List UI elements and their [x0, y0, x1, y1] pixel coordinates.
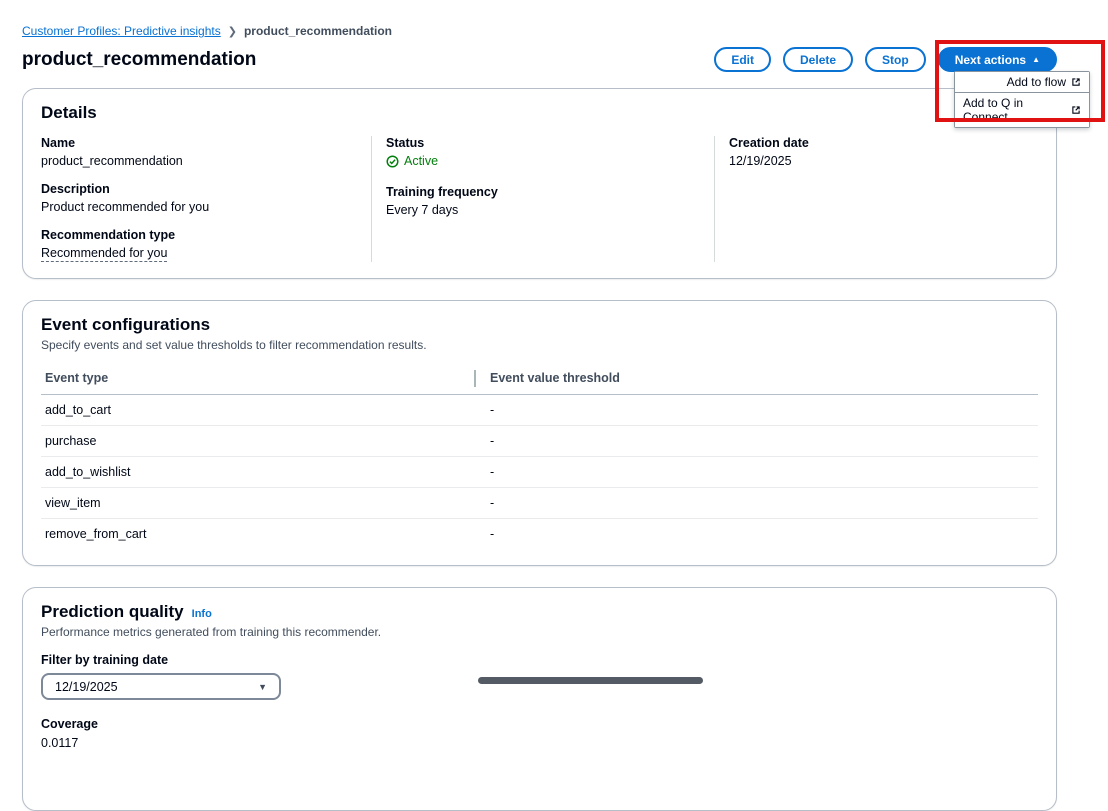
table-row: remove_from_cart -: [41, 519, 1038, 549]
menu-item-label: Add to Q in Connect: [963, 96, 1024, 124]
event-type-cell: add_to_wishlist: [45, 465, 131, 479]
status-field: Status Active: [386, 136, 698, 171]
name-label: Name: [41, 136, 76, 150]
threshold-cell: -: [490, 465, 495, 479]
caret-down-icon: ▼: [258, 681, 267, 692]
next-actions-button[interactable]: Next actions ▲: [937, 47, 1057, 72]
menu-item-label: Add to flow: [1006, 75, 1066, 89]
details-card: Details Name product_recommendation Desc…: [22, 88, 1057, 279]
description-field: Description Product recommended for you: [41, 182, 355, 214]
event-type-cell: purchase: [45, 434, 97, 448]
next-actions-menu: Add to flow Add to Q in Connect: [954, 71, 1090, 128]
event-type-cell: remove_from_cart: [45, 527, 147, 541]
status-active-icon: [386, 154, 399, 168]
details-column-3: Creation date 12/19/2025: [714, 136, 1038, 262]
filter-by-training-date-label: Filter by training date: [41, 653, 169, 667]
chevron-right-icon: ❯: [227, 25, 237, 38]
coverage-value: 0.0117: [41, 736, 79, 750]
event-type-cell: add_to_cart: [45, 403, 112, 417]
info-link[interactable]: Info: [192, 608, 212, 620]
prediction-quality-title: Prediction quality: [41, 602, 184, 621]
threshold-cell: -: [490, 403, 495, 417]
event-configurations-table: Event type Event value threshold add_to_…: [41, 364, 1038, 549]
breadcrumb-current: product_recommendation: [243, 24, 392, 38]
prediction-quality-description: Performance metrics generated from train…: [41, 625, 382, 639]
page: Customer Profiles: Predictive insights ❯…: [0, 0, 1108, 811]
breadcrumb: Customer Profiles: Predictive insights ❯…: [22, 24, 1057, 38]
training-date-select-value: 12/19/2025: [55, 679, 118, 694]
table-row: add_to_wishlist -: [41, 457, 1038, 488]
next-actions-label: Next actions: [954, 52, 1027, 67]
event-configurations-description: Specify events and set value thresholds …: [41, 338, 427, 352]
creation-date-value: 12/19/2025: [729, 154, 792, 168]
details-title: Details: [41, 103, 97, 122]
details-column-2: Status Active Training frequency Every 7…: [371, 136, 714, 262]
prediction-quality-title-row: Prediction quality Info: [41, 602, 1038, 622]
threshold-cell: -: [490, 434, 495, 448]
table-header-row: Event type Event value threshold: [41, 364, 1038, 395]
description-label: Description: [41, 182, 110, 196]
status-badge: Active: [386, 154, 438, 168]
threshold-cell: -: [490, 496, 495, 510]
recommendation-type-field: Recommendation type Recommended for you: [41, 228, 355, 262]
stop-button[interactable]: Stop: [865, 47, 926, 72]
event-configurations-title: Event configurations: [41, 315, 211, 334]
action-buttons: Edit Delete Stop Next actions ▲: [714, 47, 1057, 72]
event-configurations-card: Event configurations Specify events and …: [22, 300, 1057, 566]
recommendation-type-label: Recommendation type: [41, 228, 176, 242]
delete-button[interactable]: Delete: [783, 47, 854, 72]
training-frequency-label: Training frequency: [386, 184, 498, 199]
caret-up-icon: ▲: [1032, 54, 1040, 64]
description-value: Product recommended for you: [41, 200, 210, 214]
breadcrumb-link-predictive-insights[interactable]: Customer Profiles: Predictive insights: [22, 24, 221, 38]
name-value: product_recommendation: [41, 154, 183, 168]
prediction-quality-card: Prediction quality Info Performance metr…: [22, 587, 1057, 811]
coverage-label: Coverage: [41, 717, 98, 731]
training-frequency-value: Every 7 days: [386, 202, 459, 217]
page-title: product_recommendation: [22, 48, 257, 70]
status-value: Active: [404, 154, 439, 168]
name-field: Name product_recommendation: [41, 136, 355, 168]
horizontal-scrollbar-thumb[interactable]: [478, 677, 703, 684]
creation-date-field: Creation date 12/19/2025: [729, 136, 1022, 168]
edit-button[interactable]: Edit: [714, 47, 772, 72]
menu-item-add-to-flow[interactable]: Add to flow: [955, 72, 1089, 92]
table-row: view_item -: [41, 488, 1038, 519]
column-header-event-type: Event type: [41, 364, 486, 394]
column-header-threshold: Event value threshold: [490, 371, 620, 385]
external-link-icon: [1071, 77, 1081, 87]
threshold-cell: -: [490, 527, 495, 541]
status-label: Status: [386, 136, 425, 150]
recommendation-type-value[interactable]: Recommended for you: [41, 246, 168, 262]
title-row: product_recommendation Edit Delete Stop …: [22, 47, 1057, 72]
details-grid: Name product_recommendation Description …: [41, 136, 1038, 262]
details-column-1: Name product_recommendation Description …: [41, 136, 371, 262]
creation-date-label: Creation date: [729, 136, 809, 150]
menu-item-add-to-q-in-connect[interactable]: Add to Q in Connect: [955, 92, 1089, 127]
table-row: purchase -: [41, 426, 1038, 457]
table-row: add_to_cart -: [41, 395, 1038, 426]
external-link-icon: [1071, 105, 1081, 115]
event-type-cell: view_item: [45, 496, 101, 510]
training-date-select[interactable]: 12/19/2025 ▼: [41, 673, 281, 700]
training-frequency-field: Training frequency Every 7 days: [386, 185, 698, 217]
